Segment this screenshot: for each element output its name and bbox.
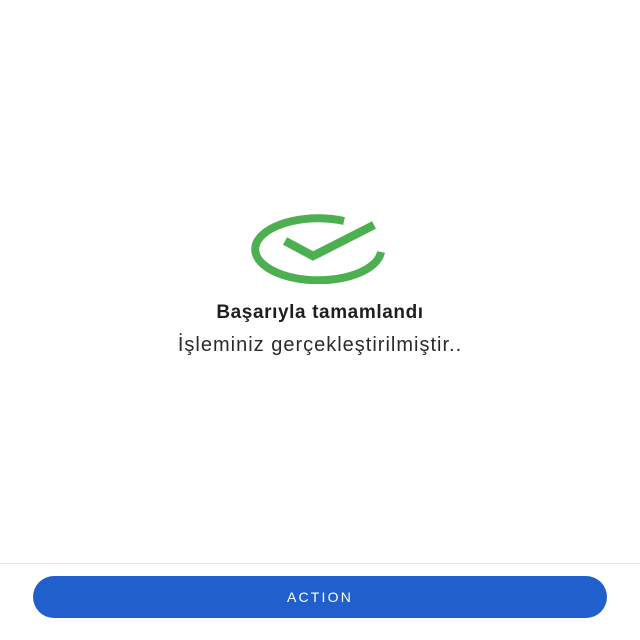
success-message: İşleminiz gerçekleştirilmiştir..: [177, 334, 463, 356]
success-screen: Başarıyla tamamlandı İşleminiz gerçekleş…: [0, 0, 640, 640]
success-title: Başarıyla tamamlandı: [216, 302, 424, 323]
action-button[interactable]: ACTION: [33, 576, 607, 618]
check-circle-icon: [251, 214, 385, 284]
footer-divider: [0, 563, 640, 564]
